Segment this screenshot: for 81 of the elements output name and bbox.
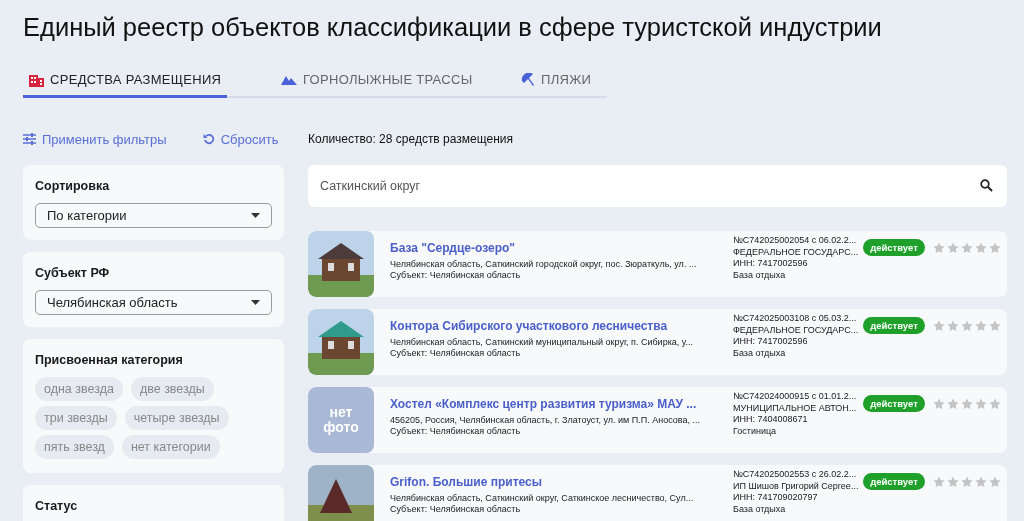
no-photo-label: нет фото	[322, 405, 360, 435]
search-icon	[980, 179, 993, 192]
tab[interactable]: СРЕДСТВА РАЗМЕЩЕНИЯ	[23, 72, 227, 98]
reset-link[interactable]: Сбросить	[202, 131, 279, 147]
object-type-text: База отдыха	[733, 347, 786, 359]
star-icon	[989, 476, 1001, 488]
filter-title: Сортировка	[35, 179, 111, 193]
category-chip[interactable]: пять звезд	[35, 435, 114, 459]
category-chip[interactable]: одна звезда	[35, 377, 123, 401]
filter-title: Присвоенная категория	[35, 353, 184, 367]
address-text: Челябинская область, Саткинский городской округ, пос. Зюраткуль, ул. ...	[390, 259, 697, 270]
inn-text: ИНН: 7417002596	[733, 258, 808, 270]
tab[interactable]: ПЛЯЖИ	[515, 72, 596, 98]
dropdown[interactable]: Челябинская область	[35, 290, 272, 315]
address-text: Челябинская область, Саткинский округ, Саткинское лесничество, Сул...	[390, 493, 694, 504]
star-icon	[975, 398, 987, 410]
category-chip[interactable]: четыре звезды	[124, 406, 229, 430]
star-icon	[989, 320, 1001, 332]
subject-text: Субъект: Челябинская область	[390, 504, 521, 515]
reset-icon	[202, 133, 215, 145]
mountain-icon	[281, 74, 297, 85]
category-chip[interactable]: две звезды	[130, 377, 214, 401]
inn-text: ИНН: 7417002596	[733, 336, 808, 348]
star-icon	[989, 242, 1001, 254]
object-type-text: База отдыха	[733, 503, 786, 515]
address-text: Челябинская область, Саткинский муниципальный округ, п. Сибирка, у...	[390, 337, 693, 348]
star-icon	[961, 398, 973, 410]
results-count: Количество: 28 средств размещения	[308, 131, 514, 148]
dropdown[interactable]: По категории	[35, 203, 272, 228]
sliders-icon	[23, 133, 36, 145]
subject-text: Субъект: Челябинская область	[390, 348, 521, 359]
inn-text: ИНН: 7404008671	[733, 414, 808, 426]
star-icon	[961, 242, 973, 254]
status-badge: действует	[863, 239, 925, 256]
tab[interactable]: ГОРНОЛЫЖНЫЕ ТРАССЫ	[275, 72, 515, 98]
building-icon	[29, 72, 44, 87]
certificate-text: №С742025002553 с 26.02.2...	[733, 469, 857, 481]
star-icon	[947, 476, 959, 488]
address-text: 456205, Россия, Челябинская область, г. Златоуст, ул. им П.П. Аносова, ...	[390, 415, 700, 426]
object-name-link[interactable]: База "Сердце-озеро"	[390, 241, 515, 256]
owner-text: ИП Шишов Григорий Сергее...	[733, 480, 859, 492]
object-type-text: Гостиница	[733, 425, 777, 437]
star-icon	[947, 320, 959, 332]
object-name-link[interactable]: Хостел «Комплекс центр развития туризма» МАУ ...	[390, 397, 697, 412]
filter-title: Статус	[35, 499, 79, 513]
star-icon	[975, 476, 987, 488]
apply-filters-link[interactable]: Применить фильтры	[23, 131, 167, 147]
subject-text: Субъект: Челябинская область	[390, 270, 521, 281]
object-name-link[interactable]: Grifon. Большие притесы	[390, 475, 542, 490]
star-icon	[933, 398, 945, 410]
star-icon	[933, 476, 945, 488]
star-icon	[975, 242, 987, 254]
owner-text: МУНИЦИПАЛЬНОЕ АВТОН...	[733, 402, 857, 414]
page-title: Единый реестр объектов классификации в сфере туристской индустрии	[23, 12, 883, 42]
status-badge: действует	[863, 473, 925, 490]
star-icon	[947, 242, 959, 254]
owner-text: ФЕДЕРАЛЬНОЕ ГОСУДАРС...	[733, 246, 859, 258]
object-type-text: База отдыха	[733, 269, 786, 281]
caret-icon	[251, 300, 260, 305]
status-badge: действует	[863, 317, 925, 334]
umbrella-icon	[521, 72, 535, 87]
subject-text: Субъект: Челябинская область	[390, 426, 521, 437]
certificate-text: №С742025003108 с 05.03.2...	[733, 313, 857, 325]
caret-icon	[251, 213, 260, 218]
category-chip[interactable]: три звезды	[35, 406, 117, 430]
certificate-text: №С742025002054 с 06.02.2...	[733, 235, 857, 247]
search-field[interactable]: Саткинский округ	[308, 165, 1007, 207]
star-icon	[933, 320, 945, 332]
star-icon	[961, 320, 973, 332]
star-icon	[947, 398, 959, 410]
filter-title: Субъект РФ	[35, 266, 111, 280]
inn-text: ИНН: 741709020797	[733, 492, 818, 504]
status-badge: действует	[863, 395, 925, 412]
star-icon	[975, 320, 987, 332]
star-icon	[961, 476, 973, 488]
object-name-link[interactable]: Контора Сибирского участкового лесничества	[390, 319, 668, 334]
star-icon	[933, 242, 945, 254]
star-icon	[989, 398, 1001, 410]
category-chip[interactable]: нет категории	[121, 435, 220, 459]
owner-text: ФЕДЕРАЛЬНОЕ ГОСУДАРС...	[733, 324, 859, 336]
certificate-text: №С742024000915 с 01.01.2...	[733, 391, 857, 403]
